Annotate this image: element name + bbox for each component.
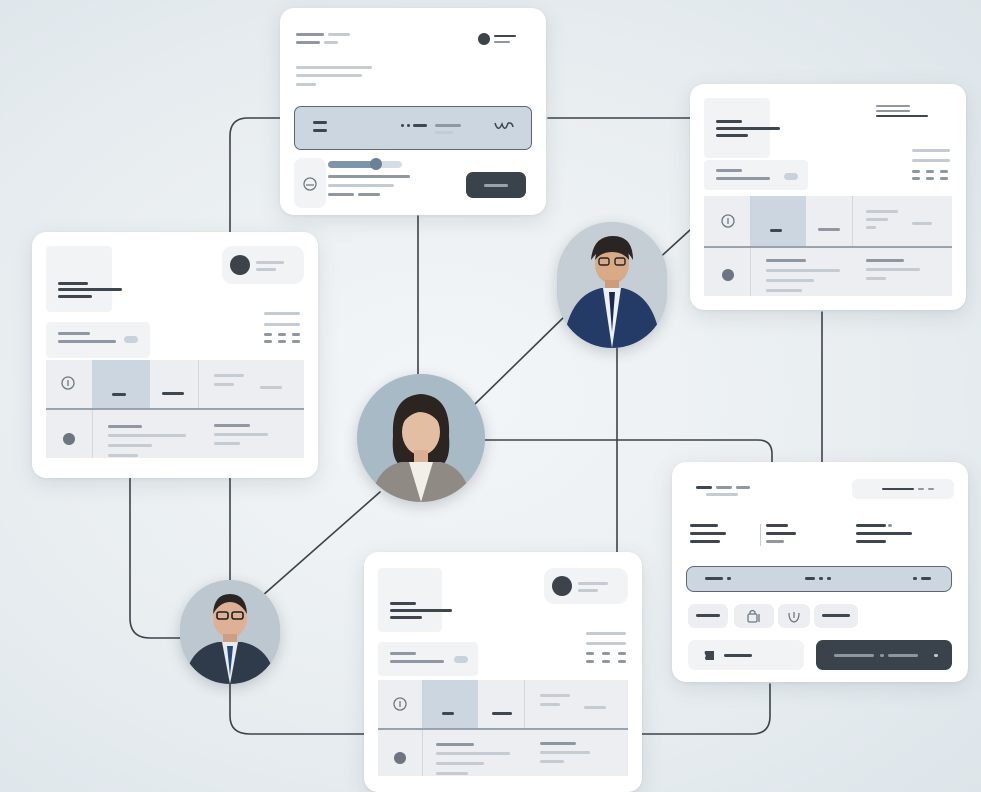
info-icon (392, 696, 408, 712)
person-avatar-man-right[interactable] (557, 222, 667, 348)
amount-field[interactable] (686, 566, 952, 592)
wallet-icon (702, 647, 718, 663)
connector-line (483, 439, 773, 463)
payment-card-field[interactable] (294, 106, 532, 150)
connector-line (474, 315, 566, 405)
selected-cell[interactable] (422, 680, 478, 728)
payment-card-icon (493, 118, 515, 136)
info-icon (720, 213, 736, 229)
confirm-button[interactable] (816, 640, 952, 670)
lock-icon (745, 608, 763, 624)
wallet-selector[interactable] (688, 640, 804, 670)
connector-line (261, 491, 381, 597)
info-icon (60, 375, 76, 391)
person-avatar-man-left[interactable] (180, 580, 280, 684)
option-chip[interactable] (814, 604, 858, 628)
shield-icon (786, 608, 802, 624)
connector-line (129, 477, 187, 639)
profile-card-bottom (364, 552, 642, 792)
header-pill[interactable] (852, 479, 954, 499)
profile-card-right (690, 84, 966, 310)
option-chip[interactable] (734, 604, 774, 628)
transaction-card (672, 462, 968, 682)
selected-cell[interactable] (750, 196, 806, 246)
profile-card-left (32, 232, 318, 478)
record-dot-icon (722, 269, 734, 281)
avatar (552, 576, 572, 596)
record-dot-icon (63, 433, 75, 445)
account-icon (302, 176, 318, 192)
option-chip[interactable] (778, 604, 810, 628)
connector-line (641, 683, 771, 735)
network-scene (0, 0, 981, 792)
progress-handle[interactable] (370, 158, 382, 170)
record-dot-icon (394, 752, 406, 764)
payment-card (280, 8, 546, 215)
selected-cell[interactable] (92, 360, 150, 408)
account-avatar-dot (478, 33, 490, 45)
option-chip[interactable] (688, 604, 728, 628)
person-avatar-woman-center[interactable] (357, 374, 485, 502)
pay-button[interactable] (466, 172, 526, 198)
avatar (230, 255, 250, 275)
